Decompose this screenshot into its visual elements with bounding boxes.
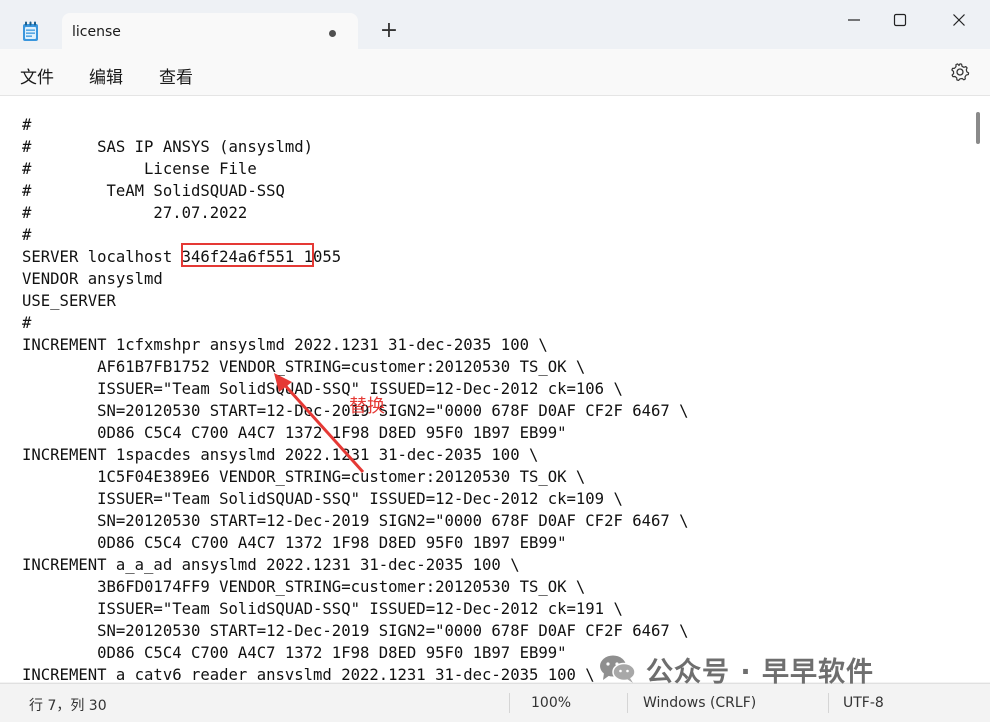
editor-line[interactable]: # 27.07.2022 — [22, 202, 689, 224]
editor-line[interactable]: # TeAM SolidSQUAD-SSQ — [22, 180, 689, 202]
status-divider — [627, 693, 628, 713]
title-bar: license + — [0, 0, 990, 49]
menu-file[interactable]: 文件 — [20, 63, 54, 88]
editor-line[interactable]: # — [22, 224, 689, 246]
tab-title: license — [72, 24, 121, 40]
status-divider — [828, 693, 829, 713]
tab-license[interactable]: license — [62, 13, 358, 49]
editor-line[interactable]: USE_SERVER — [22, 290, 689, 312]
editor-line[interactable]: ISSUER="Team SolidSQUAD-SSQ" ISSUED=12-D… — [22, 598, 689, 620]
minimize-icon — [848, 19, 860, 21]
menu-edit[interactable]: 编辑 — [89, 63, 123, 88]
unsaved-dot-icon[interactable] — [329, 30, 336, 37]
editor-line[interactable]: SN=20120530 START=12-Dec-2019 SIGN2="000… — [22, 620, 688, 642]
editor-line[interactable]: INCREMENT a catv6 reader ansvslmd 2022.1… — [22, 664, 689, 682]
menu-bar: 文件 编辑 查看 — [0, 49, 990, 96]
line-ending[interactable]: Windows (CRLF) — [643, 695, 756, 711]
new-tab-button[interactable]: + — [378, 20, 400, 42]
editor-line[interactable]: SERVER localhost 346f24a6f551 1055 — [22, 246, 689, 268]
annotation-arrow — [274, 373, 365, 474]
editor-line[interactable]: INCREMENT 1cfxmshpr ansyslmd 2022.1231 3… — [22, 334, 689, 356]
editor-line[interactable]: # — [22, 312, 689, 334]
editor-line[interactable]: INCREMENT a_a_ad ansyslmd 2022.1231 31-d… — [22, 554, 689, 576]
watermark: 公众号 · 早早软件 — [598, 647, 874, 691]
menu-view[interactable]: 查看 — [159, 63, 193, 88]
editor-line[interactable]: 0D86 C5C4 C700 A4C7 1372 1F98 D8ED 95F0 … — [22, 642, 689, 664]
editor-line[interactable]: # License File — [22, 158, 689, 180]
text-editor[interactable]: # # SAS IP ANSYS (ansyslmd) # License File… — [0, 96, 990, 682]
notepad-icon — [23, 21, 38, 41]
minimize-button[interactable] — [831, 6, 877, 34]
maximize-button[interactable] — [877, 6, 923, 34]
editor-line[interactable]: # — [22, 114, 689, 136]
editor-line[interactable]: 3B6FD0174FF9 VENDOR_STRING=customer:2012… — [22, 576, 689, 598]
annotation-label: 替换 — [349, 396, 385, 417]
gear-icon[interactable] — [950, 62, 970, 82]
cursor-position: 行 7，列 30 — [29, 698, 107, 714]
close-button[interactable] — [936, 6, 982, 34]
editor-line[interactable]: 0D86 C5C4 C700 A4C7 1372 1F98 D8ED 95F0 … — [22, 532, 689, 554]
encoding[interactable]: UTF-8 — [843, 695, 884, 711]
editor-line[interactable]: SN=20120530 START=12-Dec-2019 SIGN2="000… — [22, 510, 688, 532]
editor-line[interactable]: ISSUER="Team SolidSQUAD-SSQ" ISSUED=12-D… — [22, 488, 689, 510]
vertical-scrollbar[interactable] — [976, 112, 980, 144]
wechat-icon — [600, 655, 636, 683]
editor-line[interactable]: # SAS IP ANSYS (ansyslmd) — [22, 136, 689, 158]
maximize-icon — [893, 13, 907, 27]
watermark-text: 公众号 · 早早软件 — [646, 656, 875, 688]
status-divider — [509, 693, 510, 713]
editor-line[interactable]: VENDOR ansyslmd — [22, 268, 689, 290]
zoom-level[interactable]: 100% — [531, 695, 571, 711]
close-icon — [953, 14, 965, 26]
server-id-highlight-box — [181, 243, 314, 267]
